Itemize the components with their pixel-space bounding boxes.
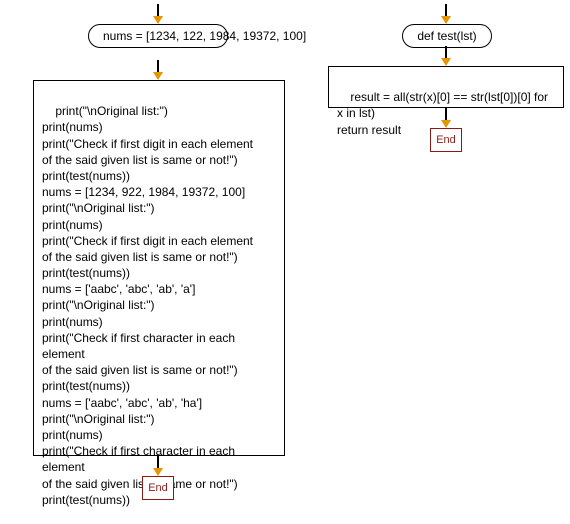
left-end-node: End [142, 476, 174, 500]
right-process-node: result = all(str(x)[0] == str(lst[0])[0]… [328, 66, 564, 108]
right-conn-2-arrow [441, 120, 451, 128]
right-start-node: def test(lst) [402, 24, 492, 48]
flowchart-canvas: nums = [1234, 122, 1984, 19372, 100] pri… [0, 0, 570, 517]
left-conn-1-arrow [153, 72, 163, 80]
right-end-node: End [430, 128, 462, 152]
left-end-label: End [148, 482, 168, 494]
left-entry-arrow [153, 16, 163, 24]
left-conn-2-arrow [153, 468, 163, 476]
left-process-text: print("\nOriginal list:") print(nums) pr… [42, 104, 253, 507]
right-conn-1-arrow [441, 58, 451, 66]
right-start-label: def test(lst) [417, 29, 476, 43]
left-start-node: nums = [1234, 122, 1984, 19372, 100] [88, 24, 228, 48]
left-process-node: print("\nOriginal list:") print(nums) pr… [33, 80, 285, 456]
right-entry-arrow [441, 16, 451, 24]
right-end-label: End [436, 134, 456, 146]
left-start-label: nums = [1234, 122, 1984, 19372, 100] [103, 29, 306, 43]
